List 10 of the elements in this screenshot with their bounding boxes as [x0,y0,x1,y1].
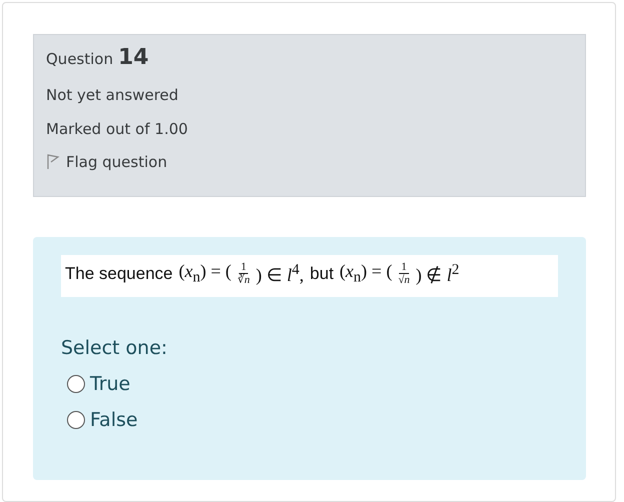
question-number: 14 [118,45,149,70]
grade-text: Marked out of 1.00 [46,120,189,138]
radio-button[interactable] [67,410,85,429]
question-label: Question [46,50,114,68]
answer-option[interactable]: True [67,372,558,395]
radio-button[interactable] [67,374,85,393]
answer-option[interactable]: False [67,408,558,431]
flag-question-link[interactable]: Flag question [46,153,573,171]
answer-state: Not yet answered [46,86,180,104]
select-prompt: Select one: [61,336,168,359]
